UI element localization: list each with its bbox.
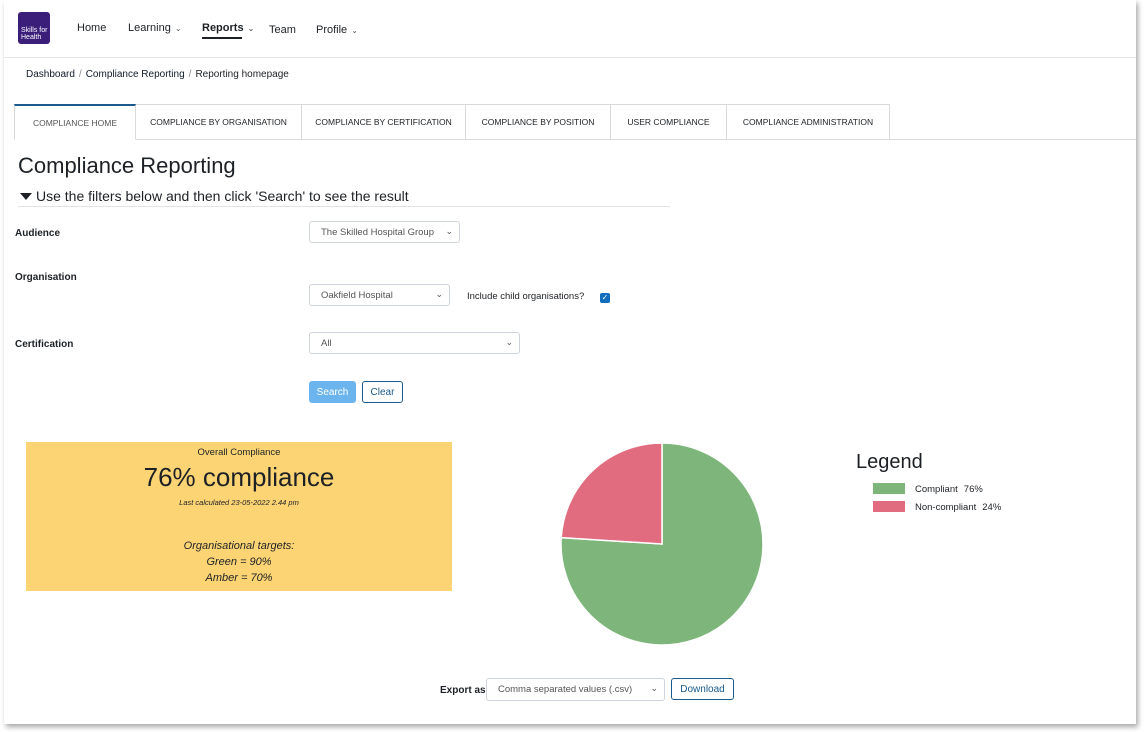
include-child-label: Include child organisations? [467, 291, 585, 302]
summary-title: Overall Compliance [197, 447, 281, 458]
chevron-down-icon: ⌄ [174, 24, 182, 33]
site-logo[interactable]: Skills for Health [18, 12, 50, 44]
pie-slice-non-compliant [560, 442, 663, 545]
breadcrumb-separator: / [78, 69, 82, 80]
top-navbar: Skills for Health Home Learning ⌄ Reports… [4, 0, 1136, 58]
legend-pct-non-compliant: 24% [982, 502, 1002, 513]
legend-item-non-compliant: Non-compliant 24% [873, 501, 1001, 513]
filters-toggle[interactable]: Use the filters below and then click 'Se… [20, 188, 409, 204]
tab-compliance-by-organisation[interactable]: COMPLIANCE BY ORGANISATION [136, 104, 302, 140]
chevron-down-icon: ⌄ [505, 337, 513, 347]
logo-text-line-2: Health [21, 34, 42, 41]
target-green: Green = 90% [206, 556, 272, 568]
legend-label-compliant: Compliant [915, 484, 958, 495]
search-button[interactable]: Search [309, 381, 356, 403]
breadcrumb-separator: / [188, 69, 192, 80]
legend-swatch-compliant [873, 483, 905, 494]
checkmark-icon: ✓ [601, 293, 609, 302]
report-tabs: COMPLIANCE HOME COMPLIANCE BY ORGANISATI… [14, 104, 890, 140]
certification-select-value: All [321, 338, 332, 349]
tab-compliance-by-certification[interactable]: COMPLIANCE BY CERTIFICATION [302, 104, 466, 140]
nav-profile[interactable]: Profile ⌄ [316, 24, 358, 36]
compliance-percentage: 76% compliance [143, 462, 335, 492]
organisation-select[interactable]: Oakfield Hospital ⌄ [309, 284, 450, 306]
legend-label-non-compliant: Non-compliant [915, 502, 977, 513]
breadcrumb-dashboard[interactable]: Dashboard [26, 69, 75, 80]
collapse-triangle-icon [20, 193, 32, 200]
nav-home[interactable]: Home [77, 22, 106, 34]
breadcrumb-compliance-reporting[interactable]: Compliance Reporting [86, 69, 185, 80]
compliance-pie-chart [560, 442, 764, 646]
target-amber: Amber = 70% [205, 572, 273, 584]
overall-compliance-panel: Overall Compliance 76% compliance Last c… [26, 442, 452, 591]
chevron-down-icon: ⌄ [351, 26, 358, 35]
tab-compliance-home[interactable]: COMPLIANCE HOME [14, 104, 136, 140]
organisation-select-value: Oakfield Hospital [321, 290, 393, 301]
chevron-down-icon: ⌄ [650, 683, 658, 693]
include-child-checkbox[interactable]: ✓ [600, 293, 610, 303]
legend-title: Legend [856, 451, 923, 473]
chevron-down-icon: ⌄ [435, 289, 443, 299]
active-underline [202, 37, 243, 39]
audience-select-value: The Skilled Hospital Group [321, 227, 434, 238]
export-format-select[interactable]: Comma separated values (.csv) ⌄ [486, 678, 665, 701]
tab-compliance-administration[interactable]: COMPLIANCE ADMINISTRATION [727, 104, 890, 140]
breadcrumb: Dashboard / Compliance Reporting / Reporting… [26, 69, 289, 80]
nav-reports[interactable]: Reports ⌄ [202, 22, 255, 39]
breadcrumb-current: Reporting homepage [195, 69, 289, 80]
chevron-down-icon: ⌄ [445, 226, 453, 236]
filters-toggle-label: Use the filters below and then click 'Se… [36, 188, 409, 204]
nav-reports-label: Reports [202, 22, 244, 34]
export-label: Export as [440, 685, 486, 696]
export-format-value: Comma separated values (.csv) [498, 684, 633, 695]
nav-team-label: Team [269, 24, 296, 36]
chart-legend: Legend Compliant 76% Non-compliant 24% [856, 451, 1001, 513]
legend-item-compliant: Compliant 76% [873, 483, 983, 495]
download-button[interactable]: Download [671, 678, 734, 700]
legend-swatch-non-compliant [873, 501, 905, 512]
nav-learning[interactable]: Learning ⌄ [128, 22, 182, 34]
audience-select[interactable]: The Skilled Hospital Group ⌄ [309, 221, 460, 243]
audience-label: Audience [15, 228, 61, 239]
nav-profile-label: Profile [316, 24, 348, 36]
logo-text-line-1: Skills for [21, 27, 48, 34]
nav-home-label: Home [77, 22, 107, 34]
tab-user-compliance[interactable]: USER COMPLIANCE [611, 104, 727, 140]
page-title: Compliance Reporting [18, 153, 236, 178]
nav-learning-label: Learning [128, 22, 171, 34]
app-window: Skills for Health Home Learning ⌄ Reports… [4, 0, 1136, 724]
clear-button[interactable]: Clear [362, 381, 403, 403]
targets-heading: Organisational targets: [183, 540, 295, 552]
nav-team[interactable]: Team [269, 24, 296, 36]
certification-label: Certification [15, 339, 74, 350]
filters-divider [18, 206, 670, 207]
legend-pct-compliant: 76% [963, 484, 983, 495]
certification-select[interactable]: All ⌄ [309, 332, 520, 354]
organisation-label: Organisation [15, 272, 77, 283]
tab-compliance-by-position[interactable]: COMPLIANCE BY POSITION [466, 104, 611, 140]
last-calculated: Last calculated 23-05-2022 2.44 pm [179, 498, 299, 507]
chevron-down-icon: ⌄ [247, 24, 255, 33]
